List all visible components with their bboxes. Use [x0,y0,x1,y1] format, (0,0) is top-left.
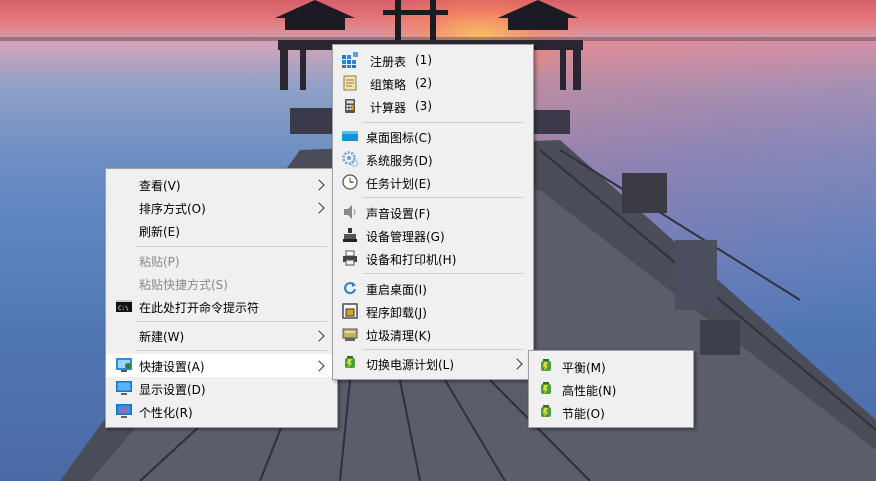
menu-item-label: 显示设置(D) [139,383,206,397]
menu-item-group-policy[interactable]: 组策略 (2) [333,72,533,95]
menu-item-view[interactable]: 查看(V) [106,173,337,196]
quick-settings-submenu: 注册表 (1) 组策略 (2) 计算器 (3) 桌面图标(C) 系统服务(D) … [332,44,534,380]
menu-item-label: 声音设置(F) [366,207,431,221]
menu-item-label: 切换电源计划(L) [366,358,455,372]
menu-separator [136,321,327,322]
menu-item-label: 快捷设置(A) [139,360,205,374]
menu-item-label: 新建(W) [139,330,185,344]
menu-item-sound-settings[interactable]: 声音设置(F) [333,201,533,224]
chevron-right-icon [511,358,523,370]
menu-item-sort-by[interactable]: 排序方式(O) [106,196,337,219]
menu-item-power-balanced[interactable]: 平衡(M) [529,355,693,378]
printer-icon [343,250,357,266]
speaker-icon [344,205,356,219]
menu-item-junk-cleanup[interactable]: 垃圾清理(K) [333,323,533,346]
menu-item-open-command-prompt[interactable]: C:\ 在此处打开命令提示符 [106,295,337,318]
menu-item-devices-and-printers[interactable]: 设备和打印机(H) [333,247,533,270]
menu-item-device-manager[interactable]: 设备管理器(G) [333,224,533,247]
menu-item-registry[interactable]: 注册表 (1) [333,49,533,72]
menu-item-label: 程序卸载(J) [366,306,427,320]
menu-item-label: 系统服务(D) [366,154,433,168]
settings-shortcut-icon [116,358,132,372]
desktop-context-menu: 查看(V) 排序方式(O) 刷新(E) 粘贴(P) 粘贴快捷方式(S) C:\ … [105,168,338,428]
power-plan-icon [541,359,551,371]
menu-separator [363,197,523,198]
device-manager-icon [343,228,357,242]
power-plan-submenu: 平衡(M) 高性能(N) 节能(O) [528,350,694,428]
monitor-icon [116,381,132,395]
menu-item-shortcut-key: (3) [415,99,432,113]
power-plan-icon [345,356,355,368]
chevron-right-icon [313,202,325,214]
menu-item-refresh[interactable]: 刷新(E) [106,219,337,242]
desktop-icon [342,131,358,141]
menu-item-uninstall-programs[interactable]: 程序卸载(J) [333,300,533,323]
svg-text:C:\: C:\ [118,305,129,312]
chevron-right-icon [313,330,325,342]
menu-item-paste: 粘贴(P) [106,249,337,272]
menu-item-label: 计算器 [370,101,407,115]
menu-item-quick-settings[interactable]: 快捷设置(A) [106,354,337,377]
menu-item-label: 设备和打印机(H) [366,253,457,267]
personalize-icon [116,404,132,418]
menu-item-label: 桌面图标(C) [366,131,432,145]
cmd-icon: C:\ [116,300,132,312]
chevron-right-icon [313,360,325,372]
clock-icon [342,174,358,190]
menu-item-paste-shortcut: 粘贴快捷方式(S) [106,272,337,295]
menu-separator [363,349,523,350]
group-policy-icon [343,75,357,91]
menu-item-label: 注册表 [370,55,407,69]
menu-item-shortcut-key: (1) [415,53,432,67]
menu-item-display-settings[interactable]: 显示设置(D) [106,377,337,400]
menu-item-label: 组策略 [370,78,407,92]
menu-item-new[interactable]: 新建(W) [106,324,337,347]
menu-item-power-saver[interactable]: 节能(O) [529,401,693,424]
menu-separator [363,122,523,123]
menu-item-label: 个性化(R) [139,406,193,420]
menu-item-shortcut-key: (2) [415,76,432,90]
menu-item-desktop-icons[interactable]: 桌面图标(C) [333,125,533,148]
menu-item-calculator[interactable]: 计算器 (3) [333,95,533,118]
menu-item-system-services[interactable]: 系统服务(D) [333,148,533,171]
menu-item-label: 查看(V) [139,179,181,193]
menu-item-label: 粘贴快捷方式(S) [139,278,228,292]
menu-item-restart-desktop[interactable]: 重启桌面(I) [333,277,533,300]
menu-item-personalize[interactable]: 个性化(R) [106,400,337,423]
menu-item-label: 粘贴(P) [139,255,180,269]
menu-item-task-scheduler[interactable]: 任务计划(E) [333,171,533,194]
power-plan-icon [541,382,551,394]
restart-icon [344,282,356,295]
menu-separator [363,273,523,274]
menu-item-label: 垃圾清理(K) [366,329,432,343]
menu-separator [136,246,327,247]
menu-item-label: 刷新(E) [139,225,180,239]
menu-item-power-high-performance[interactable]: 高性能(N) [529,378,693,401]
menu-item-label: 设备管理器(G) [366,230,445,244]
menu-item-label: 重启桌面(I) [366,283,427,297]
menu-item-label: 节能(O) [562,407,605,421]
menu-item-label: 高性能(N) [562,384,617,398]
calculator-icon [345,99,355,113]
menu-separator [136,350,327,351]
chevron-right-icon [313,179,325,191]
menu-item-label: 在此处打开命令提示符 [139,301,260,315]
uninstall-icon [342,303,358,319]
cleanup-icon [342,328,358,341]
menu-item-label: 平衡(M) [562,361,606,375]
menu-item-label: 排序方式(O) [139,202,206,216]
services-gear-icon [342,151,358,167]
menu-item-switch-power-plan[interactable]: 切换电源计划(L) [333,352,533,375]
power-plan-icon [541,405,551,417]
menu-item-label: 任务计划(E) [366,177,431,191]
registry-icon [342,52,358,68]
